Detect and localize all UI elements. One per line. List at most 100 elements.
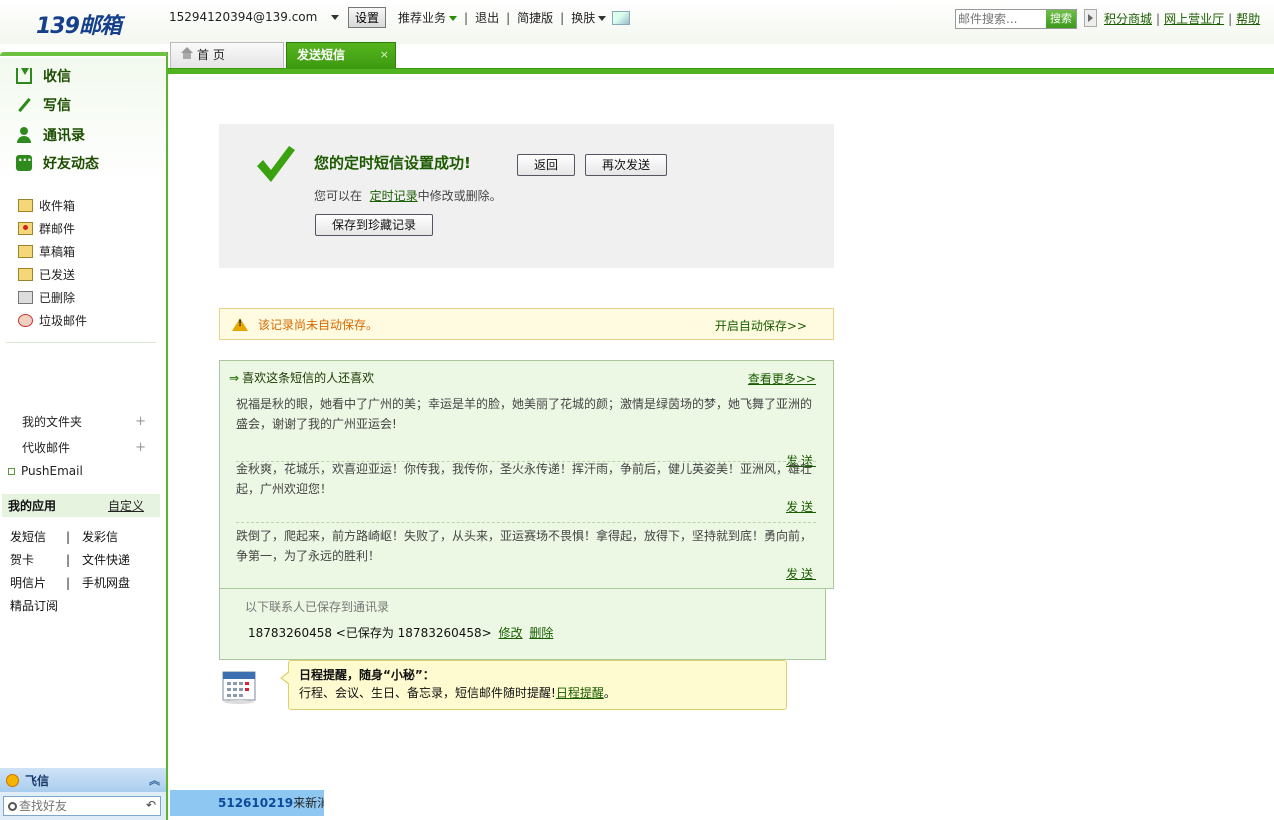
resend-button[interactable]: 再次发送 <box>585 154 667 176</box>
folder-inbox[interactable]: 收件箱 <box>0 194 166 217</box>
person-icon <box>16 127 32 143</box>
home-icon <box>181 47 193 60</box>
send-link[interactable]: 发送 <box>786 498 816 515</box>
collapse-icon[interactable]: ︽ <box>149 772 160 788</box>
mail-search: 搜索 <box>955 9 1077 29</box>
checkmark-icon <box>257 146 295 182</box>
logout-link[interactable]: 退出 <box>475 9 499 26</box>
folder-group-mail[interactable]: 群邮件 <box>0 217 166 240</box>
success-panel: 您的定时短信设置成功! 返回 再次发送 您可以在 定时记录中修改或删除。 保存到… <box>219 124 834 268</box>
proxy-mail[interactable]: 代收邮件 + <box>0 434 166 460</box>
schedule-reminder-link[interactable]: 日程提醒 <box>556 686 604 700</box>
divider <box>236 522 816 523</box>
chevron-down-icon[interactable] <box>331 15 340 20</box>
enable-autosave-link[interactable]: 开启自动保存>> <box>715 317 807 334</box>
folder-deleted[interactable]: 已删除 <box>0 286 166 309</box>
app-send-sms[interactable]: 发短信 <box>10 528 66 545</box>
folder-drafts[interactable]: 草稿箱 <box>0 240 166 263</box>
feixin-panel: 飞信 ︽ ↶ <box>0 768 166 820</box>
feixin-icon <box>6 773 19 787</box>
separator: | <box>560 10 565 25</box>
back-button[interactable]: 返回 <box>517 154 575 176</box>
app-greeting-card[interactable]: 贺卡 <box>10 551 66 568</box>
plus-icon[interactable]: + <box>135 414 146 429</box>
search-icon <box>8 801 17 811</box>
logo[interactable]: 139邮箱 <box>36 8 122 40</box>
simple-version-link[interactable]: 简捷版 <box>517 9 553 26</box>
scheduled-records-link[interactable]: 定时记录 <box>370 189 418 203</box>
app-mobile-disk[interactable]: 手机网盘 <box>82 574 130 591</box>
recommend-title: ⇒ 喜欢这条短信的人还喜欢 <box>229 371 375 385</box>
view-more-link[interactable]: 查看更多>> <box>748 370 816 387</box>
feixin-header[interactable]: 飞信 ︽ <box>0 768 166 792</box>
app-postcard[interactable]: 明信片 <box>10 574 66 591</box>
push-email[interactable]: PushEmail <box>8 464 83 478</box>
online-hall-link[interactable]: 网上营业厅 <box>1164 12 1224 26</box>
sidebar-item-receive[interactable]: 收信 <box>16 65 71 87</box>
account-email: 15294120394@139.com <box>169 10 318 24</box>
my-apps: 发短信 | 发彩信 贺卡 | 文件快递 明信片 | 手机网盘 精品订阅 <box>10 528 131 614</box>
plus-icon[interactable]: + <box>135 440 146 455</box>
app-send-mms[interactable]: 发彩信 <box>82 528 118 545</box>
help-link[interactable]: 帮助 <box>1236 12 1260 26</box>
chevron-down-icon <box>598 16 607 21</box>
calendar-icon <box>222 671 256 704</box>
divider <box>6 342 156 343</box>
custom-folders: 我的文件夹 + 代收邮件 + <box>0 408 166 460</box>
my-folders[interactable]: 我的文件夹 + <box>0 408 166 434</box>
send-link[interactable]: 发送 <box>786 565 816 582</box>
chevron-down-icon <box>449 16 458 21</box>
folder-sent[interactable]: 已发送 <box>0 263 166 286</box>
arrow-right-icon: ⇒ <box>229 371 240 385</box>
top-bar: 139邮箱 15294120394@139.com 设置 推荐业务 | 退出 |… <box>0 0 1274 44</box>
autosave-warning: 该记录尚未自动保存。 开启自动保存>> <box>219 308 834 340</box>
sms-text: 金秋爽，花城乐，欢喜迎亚运！你传我，我传你，圣火永传递！挥汗雨，争前后，健儿英姿… <box>236 462 813 496</box>
main-nav: 收信 写信 通讯录 好友动态 <box>0 58 166 184</box>
tab-bar: 首 页 发送短信 × <box>168 42 1274 76</box>
message-ticker[interactable]: 512610219来新消息 <box>170 790 324 816</box>
ticker-number: 512610219 <box>218 796 294 810</box>
pencil-icon <box>16 97 32 113</box>
delete-contact-link[interactable]: 删除 <box>529 626 553 640</box>
tab-home[interactable]: 首 页 <box>170 42 284 68</box>
list-item: 跌倒了，爬起来，前方路崎岖！失败了，从头来，亚运赛场不畏惧！拿得起，放得下，坚持… <box>236 526 816 581</box>
sms-text: 祝福是秋的眼，她看中了广州的美；幸运是羊的脸，她美丽了花城的颜；激情是绿茵场的梦… <box>236 397 813 431</box>
customize-link[interactable]: 自定义 <box>108 497 144 514</box>
list-item: 金秋爽，花城乐，欢喜迎亚运！你传我，我传你，圣火永传递！挥汗雨，争前后，健儿英姿… <box>236 459 816 514</box>
settings-button[interactable]: 设置 <box>348 7 387 28</box>
separator: | <box>506 10 511 25</box>
my-apps-title: 我的应用 <box>8 499 57 513</box>
success-hint: 您可以在 定时记录中修改或删除。 <box>314 189 502 203</box>
drafts-icon <box>18 245 33 258</box>
save-favorite-button[interactable]: 保存到珍藏记录 <box>315 214 433 236</box>
my-apps-header: 我的应用 自定义 <box>2 494 160 517</box>
list-item: 祝福是秋的眼，她看中了广州的美；幸运是羊的脸，她美丽了花城的颜；激情是绿茵场的梦… <box>236 394 816 468</box>
sidebar: 收信 写信 通讯录 好友动态 收件箱 群邮件 草稿箱 已发送 已删除 垃圾邮件 … <box>0 52 168 820</box>
search-input[interactable] <box>958 11 1046 27</box>
app-subscription[interactable]: 精品订阅 <box>10 597 58 614</box>
expand-arrow-icon[interactable] <box>1084 9 1097 27</box>
refresh-icon[interactable]: ↶ <box>146 798 156 812</box>
app-file-express[interactable]: 文件快递 <box>82 551 130 568</box>
reminder-title: 日程提醒，随身“小秘”： <box>299 668 435 682</box>
saved-contact-entry: 18783260458 <已保存为 18783260458> 修改 删除 <box>248 626 554 640</box>
points-mall-link[interactable]: 积分商城 <box>1104 12 1152 26</box>
edit-contact-link[interactable]: 修改 <box>499 626 523 640</box>
recommend-services-link[interactable]: 推荐业务 <box>398 9 458 26</box>
sent-icon <box>18 268 33 281</box>
sidebar-item-friend-feed[interactable]: 好友动态 <box>16 152 99 174</box>
warning-icon <box>232 318 248 331</box>
saved-contacts-panel: 以下联系人已保存到通讯录 18783260458 <已保存为 187832604… <box>219 589 826 660</box>
friend-search-input[interactable] <box>19 799 139 813</box>
sidebar-item-contacts[interactable]: 通讯录 <box>16 124 85 146</box>
trash-icon <box>18 291 33 304</box>
folder-spam[interactable]: 垃圾邮件 <box>0 309 166 332</box>
search-button[interactable]: 搜索 <box>1046 10 1076 28</box>
schedule-reminder-tip: 日程提醒，随身“小秘”： 行程、会议、生日、备忘录，短信邮件随时提醒!日程提醒。 <box>280 660 787 710</box>
close-icon[interactable]: × <box>380 43 389 67</box>
account-menu[interactable]: 15294120394@139.com <box>169 10 340 24</box>
skin-icon[interactable] <box>612 10 631 25</box>
tab-send-sms[interactable]: 发送短信 × <box>286 42 396 68</box>
sidebar-item-write[interactable]: 写信 <box>16 94 71 116</box>
skin-menu[interactable]: 换肤 <box>571 9 607 26</box>
